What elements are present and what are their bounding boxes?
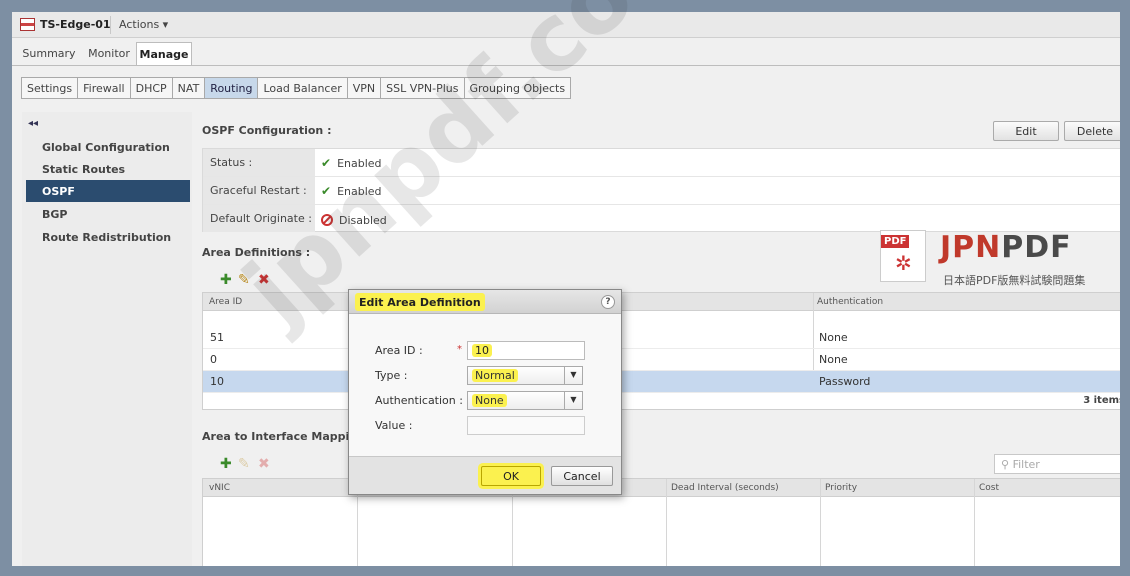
col-authentication[interactable]: Authentication [817, 297, 883, 307]
routing-sidebar: ◂◂ Global Configuration Static Routes OS… [22, 112, 192, 566]
authentication-label: Authentication : [375, 394, 463, 407]
edge-gateway-icon [20, 18, 35, 31]
area-id-cell: 51 [210, 331, 224, 344]
table-row-selected[interactable]: 10 Password [203, 371, 1120, 393]
required-mark: * [457, 344, 462, 355]
dialog-title: Edit Area Definition [355, 293, 485, 311]
area-id-value: 10 [472, 344, 492, 357]
area-id-cell: 0 [210, 353, 217, 366]
type-value: Normal [472, 369, 518, 382]
authentication-cell: None [819, 353, 848, 366]
authentication-cell: None [819, 331, 848, 344]
sidebar-item-bgp[interactable]: BGP [26, 203, 190, 225]
subtab-settings[interactable]: Settings [22, 78, 79, 98]
col-priority[interactable]: Priority [825, 483, 857, 493]
subtab-load-balancer[interactable]: Load Balancer [258, 78, 348, 98]
mapping-table: vNIC Dead Interval (seconds) Priority Co… [202, 478, 1120, 566]
area-id-label: Area ID : [375, 344, 423, 357]
authentication-select[interactable]: None ▼ [467, 391, 583, 410]
authentication-value: None [472, 394, 507, 407]
chevron-down-icon: ▼ [564, 367, 582, 384]
ospf-config-title: OSPF Configuration : [202, 124, 332, 137]
acrobat-icon: ✲ [895, 251, 912, 275]
subtab-dhcp[interactable]: DHCP [131, 78, 173, 98]
value-label: Value : [375, 419, 413, 432]
delete-icon: ✖ [258, 456, 270, 472]
col-dead-interval[interactable]: Dead Interval (seconds) [671, 483, 779, 493]
table-row[interactable]: 51 None [203, 327, 1120, 349]
column-divider [820, 479, 821, 566]
col-vnic[interactable]: vNIC [209, 483, 230, 493]
sidebar-item-ospf[interactable]: OSPF [26, 180, 190, 202]
type-label: Type : [375, 369, 408, 382]
help-icon[interactable]: ? [601, 295, 615, 309]
col-cost[interactable]: Cost [979, 483, 999, 493]
subtab-vpn[interactable]: VPN [348, 78, 382, 98]
type-select[interactable]: Normal ▼ [467, 366, 583, 385]
col-area-id[interactable]: Area ID [209, 297, 242, 307]
brand-subtitle: 日本語PDF版無料試験問題集 [943, 274, 1086, 287]
sidebar-item-global-configuration[interactable]: Global Configuration [26, 136, 190, 158]
brand-pdf: PDF [1001, 230, 1072, 265]
tab-summary[interactable]: Summary [16, 42, 82, 66]
search-icon: ⚲ [1001, 458, 1013, 471]
area-definitions-table: Area ID Authentication 51 None 0 None 10… [202, 292, 1120, 410]
mapping-table-header: vNIC Dead Interval (seconds) Priority Co… [203, 479, 1120, 497]
pdf-document-icon: PDF ✲ [880, 230, 926, 282]
item-count: 3 items [1083, 395, 1120, 406]
sidebar-item-route-redistribution[interactable]: Route Redistribution [26, 226, 190, 248]
brand-name: JPNPDF [940, 230, 1072, 265]
edit-button[interactable]: Edit [993, 121, 1059, 141]
column-divider [666, 479, 667, 566]
sidebar-item-static-routes[interactable]: Static Routes [26, 158, 190, 180]
brand-jpn: JPN [940, 230, 1002, 265]
chevron-down-icon: ▼ [564, 392, 582, 409]
edge-title: TS-Edge-01 [40, 18, 111, 31]
add-icon[interactable]: ✚ [220, 272, 232, 288]
table-row[interactable]: 0 None [203, 349, 1120, 371]
ok-button[interactable]: OK [481, 466, 541, 486]
jpnpdf-logo: PDF ✲ JPNPDF 日本語PDF版無料試験問題集 [880, 230, 1100, 290]
add-icon[interactable]: ✚ [220, 456, 232, 472]
area-id-input[interactable]: 10 [467, 341, 585, 360]
filter-input[interactable]: ⚲ Filter [994, 454, 1120, 474]
subtab-firewall[interactable]: Firewall [78, 78, 131, 98]
subtab-nat[interactable]: NAT [173, 78, 206, 98]
authentication-cell: Password [819, 375, 871, 388]
column-divider [974, 479, 975, 566]
dialog-footer: OK Cancel [349, 456, 621, 494]
value-input[interactable] [467, 416, 585, 435]
filter-placeholder: Filter [1012, 458, 1040, 471]
tab-monitor[interactable]: Monitor [84, 42, 134, 66]
collapse-sidebar-icon[interactable]: ◂◂ [28, 118, 38, 129]
cancel-button[interactable]: Cancel [551, 466, 613, 486]
status-label: Status : [203, 149, 315, 176]
edit-icon: ✎ [238, 456, 250, 472]
pdf-tag: PDF [881, 235, 910, 248]
actions-menu[interactable]: Actions ▾ [119, 18, 168, 31]
dialog-titlebar: Edit Area Definition ? [349, 290, 621, 314]
subtab-routing[interactable]: Routing [205, 78, 259, 98]
header-divider [110, 16, 111, 34]
delete-button[interactable]: Delete [1064, 121, 1120, 141]
tab-manage[interactable]: Manage [136, 42, 192, 66]
area-id-cell: 10 [210, 375, 224, 388]
edit-area-dialog: Edit Area Definition ? Area ID : * 10 Ty… [348, 289, 622, 495]
